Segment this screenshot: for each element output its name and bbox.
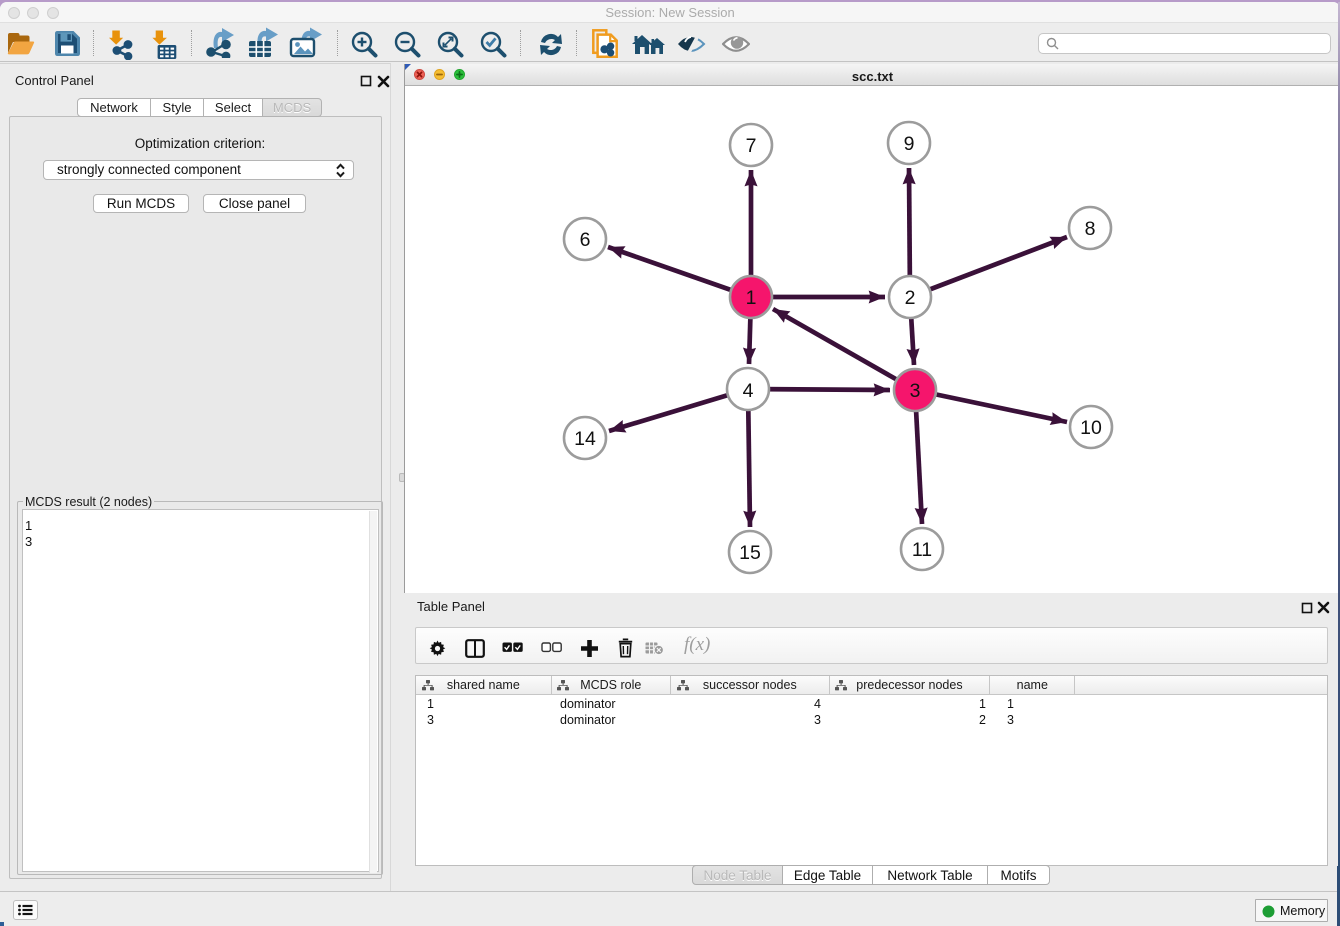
svg-text:11: 11 bbox=[912, 539, 932, 561]
svg-text:6: 6 bbox=[580, 229, 591, 251]
svg-text:10: 10 bbox=[1080, 417, 1102, 439]
svg-text:8: 8 bbox=[1085, 218, 1096, 240]
svg-text:9: 9 bbox=[904, 133, 915, 155]
svg-text:1: 1 bbox=[746, 287, 757, 309]
svg-text:15: 15 bbox=[739, 542, 761, 564]
svg-text:3: 3 bbox=[910, 380, 921, 402]
svg-text:7: 7 bbox=[746, 135, 757, 157]
svg-text:14: 14 bbox=[574, 428, 596, 450]
svg-text:2: 2 bbox=[905, 287, 916, 309]
svg-text:4: 4 bbox=[743, 380, 754, 402]
